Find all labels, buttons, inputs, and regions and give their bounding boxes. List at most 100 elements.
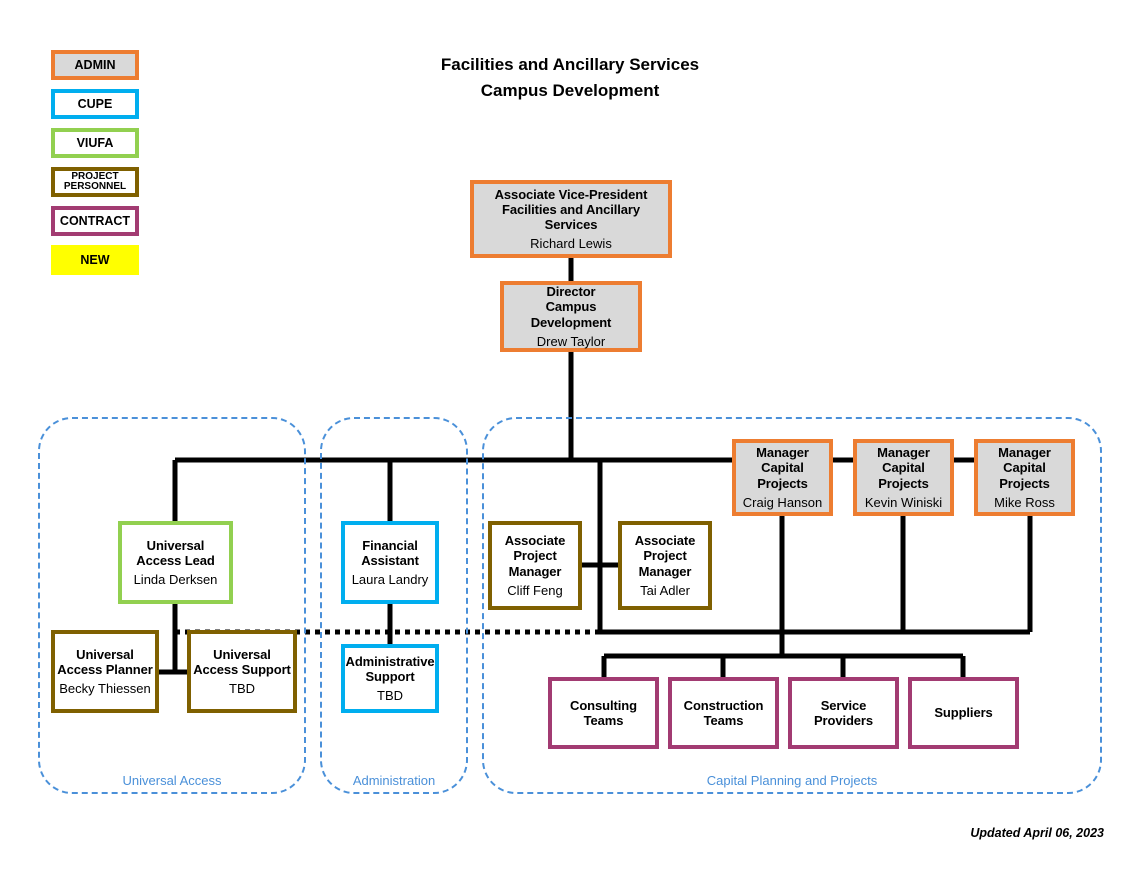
node-universal-access-support[interactable]: Universal Access Support TBD <box>187 630 297 713</box>
title-line-1: Facilities and Ancillary Services <box>440 55 700 74</box>
title-line-2: Campus Development <box>480 81 660 101</box>
legend-item-contract: CONTRACT <box>51 206 139 236</box>
node-title-line-2: Teams <box>583 713 624 728</box>
node-person: Laura Landry <box>351 572 429 588</box>
node-person: TBD <box>377 688 403 704</box>
node-person: Drew Taylor <box>536 333 606 349</box>
node-title-line-2: Campus <box>545 299 597 315</box>
legend-item-cupe: CUPE <box>51 89 139 119</box>
node-title-line-1: Service <box>820 697 867 713</box>
node-person: Tai Adler <box>640 582 690 598</box>
node-title: Manager Capital Projects <box>857 445 950 490</box>
node-title: Administrative Support <box>346 654 435 684</box>
node-title-line-1: Director <box>546 284 596 300</box>
updated-date: Updated April 06, 2023 <box>970 826 1104 840</box>
node-person: Linda Derksen <box>133 572 218 588</box>
node-manager-capital-projects-3[interactable]: Manager Capital Projects Mike Ross <box>974 439 1075 516</box>
node-universal-access-planner[interactable]: Universal Access Planner Becky Thiessen <box>51 630 159 713</box>
node-title-line-2: Capital Projects <box>757 460 808 491</box>
node-title: Associate Project Manager <box>505 533 566 578</box>
legend: ADMIN CUPE VIUFA PROJECT PERSONNEL CONTR… <box>51 50 139 284</box>
node-title-line-1: Manager <box>756 445 809 461</box>
legend-item-project-personnel: PROJECT PERSONNEL <box>51 167 139 197</box>
node-administrative-support[interactable]: Administrative Support TBD <box>341 644 439 713</box>
node-title-line-2: Access Lead <box>136 552 215 568</box>
node-title-line-1: Universal <box>146 537 205 553</box>
node-title-line-2: Project <box>643 548 687 564</box>
node-title-line-1: Suppliers <box>934 705 993 721</box>
node-construction-teams[interactable]: Construction Teams <box>668 677 779 749</box>
node-title: Universal Access Lead <box>136 537 215 568</box>
node-title-line-2: Capital Projects <box>878 460 929 491</box>
legend-label-cupe: CUPE <box>77 96 113 111</box>
node-title-line-1: Universal <box>76 646 134 662</box>
node-title-line-2: Project <box>513 548 557 564</box>
node-title-line-2: Teams <box>703 713 744 728</box>
page-title: Facilities and Ancillary Services Campus… <box>330 52 810 105</box>
node-suppliers[interactable]: Suppliers <box>908 677 1019 749</box>
node-associate-project-manager-2[interactable]: Associate Project Manager Tai Adler <box>618 521 712 610</box>
node-title: Manager Capital Projects <box>978 445 1071 490</box>
node-title: Associate Vice-President Facilities and … <box>474 187 668 232</box>
node-financial-assistant[interactable]: Financial Assistant Laura Landry <box>341 521 439 604</box>
legend-item-viufa: VIUFA <box>51 128 139 158</box>
node-title-line-3: Manager <box>508 563 562 579</box>
node-title-line-3: Manager <box>638 563 692 579</box>
node-title: Universal Access Planner <box>57 646 153 677</box>
node-associate-vice-president[interactable]: Associate Vice-President Facilities and … <box>470 180 672 258</box>
node-title: Financial Assistant <box>361 538 419 568</box>
node-title-line-1: Consulting <box>570 697 637 713</box>
group-universal-access <box>38 417 306 794</box>
node-title: Consulting Teams <box>570 698 637 728</box>
node-title: Director Campus Development <box>531 284 612 329</box>
node-consulting-teams[interactable]: Consulting Teams <box>548 677 659 749</box>
node-title-line-1: Administrative <box>345 653 435 669</box>
node-title: Universal Access Support <box>193 647 291 677</box>
legend-item-admin: ADMIN <box>51 50 139 80</box>
node-title: Suppliers <box>934 705 992 720</box>
node-title-line-2: Support <box>365 668 415 684</box>
node-title: Service Providers <box>814 698 873 728</box>
org-chart-canvas: Facilities and Ancillary Services Campus… <box>0 0 1140 881</box>
node-title-line-2: Providers <box>813 713 874 728</box>
node-person: Richard Lewis <box>530 236 612 252</box>
node-title-line-2: Capital Projects <box>999 460 1050 491</box>
group-administration <box>320 417 468 794</box>
group-label-administration: Administration <box>352 773 436 788</box>
node-title-line-1: Associate Vice-President <box>494 186 648 202</box>
node-person: Mike Ross <box>994 494 1055 510</box>
legend-label-project-personnel: PROJECT PERSONNEL <box>63 170 127 192</box>
node-person: Kevin Winiski <box>864 494 943 510</box>
node-title-line-2: Access Planner <box>57 661 153 677</box>
node-title-line-1: Universal <box>213 646 271 662</box>
legend-label-contract: CONTRACT <box>59 213 131 228</box>
node-title-line-3: Development <box>530 314 612 330</box>
legend-label-viufa: VIUFA <box>76 135 114 150</box>
node-title: Associate Project Manager <box>635 533 696 578</box>
node-title-line-2: Access Support <box>193 661 291 677</box>
node-title-line-1: Associate <box>504 533 566 549</box>
node-title-line-1: Manager <box>998 445 1051 461</box>
legend-label-admin: ADMIN <box>74 57 116 72</box>
node-manager-capital-projects-2[interactable]: Manager Capital Projects Kevin Winiski <box>853 439 954 516</box>
node-title: Construction Teams <box>684 698 764 728</box>
node-title-line-1: Manager <box>877 445 930 461</box>
node-person: TBD <box>229 681 255 697</box>
node-manager-capital-projects-1[interactable]: Manager Capital Projects Craig Hanson <box>732 439 833 516</box>
legend-label-new: NEW <box>80 252 110 267</box>
node-person: Craig Hanson <box>742 494 823 510</box>
node-title: Manager Capital Projects <box>736 445 829 490</box>
node-person: Cliff Feng <box>507 582 563 598</box>
node-person: Becky Thiessen <box>59 681 151 697</box>
node-title-line-1: Associate <box>634 533 696 549</box>
group-label-capital-planning: Capital Planning and Projects <box>706 773 878 788</box>
node-service-providers[interactable]: Service Providers <box>788 677 899 749</box>
legend-item-new: NEW <box>51 245 139 275</box>
node-title-line-1: Financial <box>362 537 418 553</box>
node-director-campus-development[interactable]: Director Campus Development Drew Taylor <box>500 281 642 352</box>
node-title-line-2: Facilities and Ancillary Services <box>501 201 640 232</box>
node-associate-project-manager-1[interactable]: Associate Project Manager Cliff Feng <box>488 521 582 610</box>
node-universal-access-lead[interactable]: Universal Access Lead Linda Derksen <box>118 521 233 604</box>
node-title-line-1: Construction <box>683 697 764 713</box>
node-title-line-2: Assistant <box>361 552 419 568</box>
